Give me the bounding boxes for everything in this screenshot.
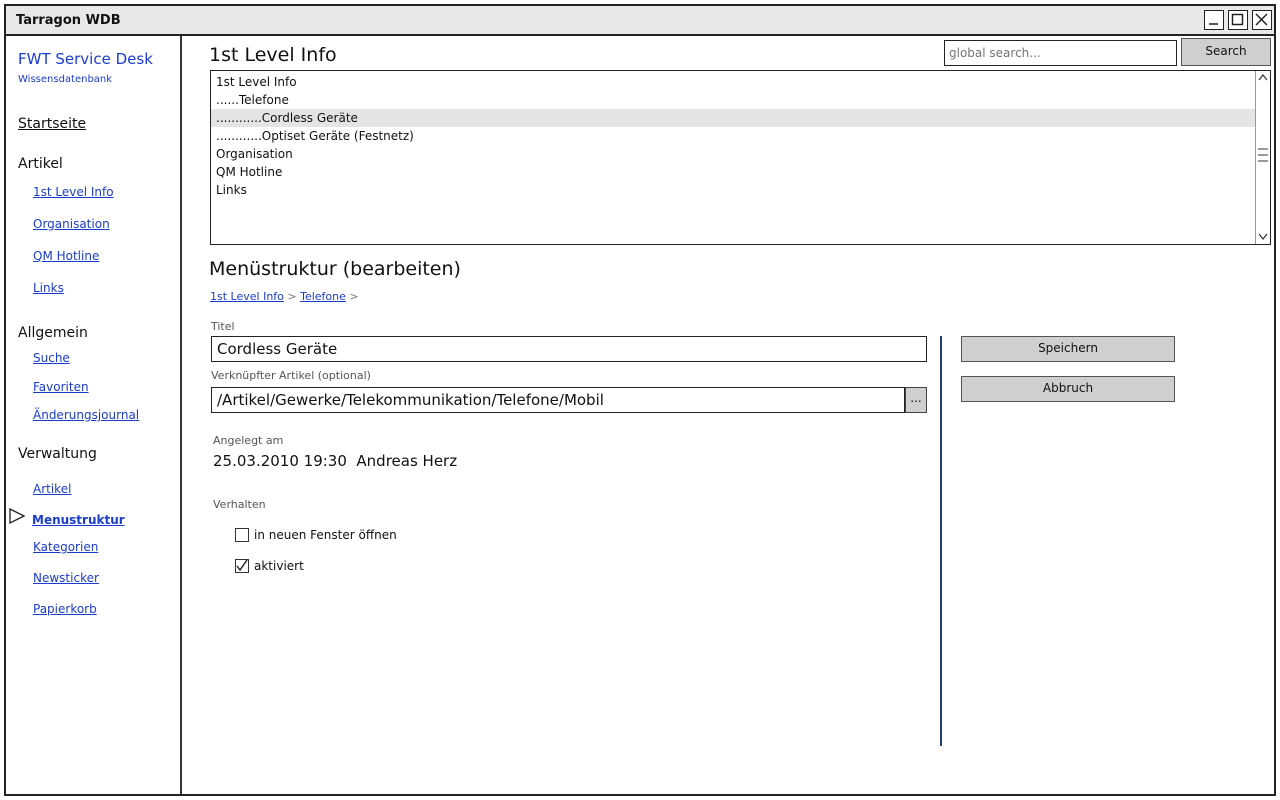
new-window-checkbox[interactable] xyxy=(235,528,249,542)
tree-row-selected[interactable]: ............Cordless Geräte xyxy=(211,109,1256,127)
page-title: 1st Level Info xyxy=(209,44,337,66)
sidebar-item-links[interactable]: Links xyxy=(33,281,64,295)
brand-subtitle: Wissensdatenbank xyxy=(18,74,113,85)
sidebar-item-kategorien[interactable]: Kategorien xyxy=(33,540,98,554)
save-button[interactable]: Speichern xyxy=(961,336,1175,362)
section-title: Menüstruktur (bearbeiten) xyxy=(209,258,461,280)
sidebar-item-organisation[interactable]: Organisation xyxy=(33,217,110,231)
breadcrumb-link-telefone[interactable]: Telefone xyxy=(300,290,346,303)
breadcrumb-separator: > xyxy=(349,290,359,303)
window-title: Tarragon WDB xyxy=(16,13,121,28)
verhalten-label: Verhalten xyxy=(213,498,266,511)
browse-button[interactable]: ... xyxy=(905,387,927,413)
sidebar-item-artikel[interactable]: Artikel xyxy=(33,482,71,496)
main-content: 1st Level Info Search 1st Level Info ...… xyxy=(184,36,1276,794)
sidebar: FWT Service Desk Wissensdatenbank Starts… xyxy=(6,36,182,794)
new-window-checkbox-label: in neuen Fenster öffnen xyxy=(254,528,397,542)
global-search-input[interactable] xyxy=(944,40,1177,66)
created-value: 25.03.2010 19:30 Andreas Herz xyxy=(213,452,458,470)
maximize-button[interactable] xyxy=(1228,10,1248,30)
breadcrumb: 1st Level Info > Telefone > xyxy=(210,290,359,303)
titel-field[interactable]: Cordless Geräte xyxy=(211,336,927,362)
sidebar-heading-allgemein: Allgemein xyxy=(18,325,88,341)
activated-checkbox-label: aktiviert xyxy=(254,559,304,573)
tree-row[interactable]: QM Hotline xyxy=(211,163,1256,181)
sidebar-item-papierkorb[interactable]: Papierkorb xyxy=(33,602,97,616)
scrollbar-arrows-icon xyxy=(1258,74,1268,240)
close-button[interactable] xyxy=(1252,10,1272,30)
brand-name: FWT Service Desk xyxy=(18,50,153,68)
breadcrumb-link-1st-level-info[interactable]: 1st Level Info xyxy=(210,290,284,303)
sidebar-item-qm-hotline[interactable]: QM Hotline xyxy=(33,249,99,263)
checkmark-icon xyxy=(236,559,248,572)
tree-row[interactable]: Organisation xyxy=(211,145,1256,163)
tree-row[interactable]: ............Optiset Geräte (Festnetz) xyxy=(211,127,1256,145)
artikel-label: Verknüpfter Artikel (optional) xyxy=(211,369,371,382)
search-button[interactable]: Search xyxy=(1181,38,1271,66)
menu-tree: 1st Level Info ......Telefone ..........… xyxy=(210,70,1271,245)
title-bar: Tarragon WDB xyxy=(6,6,1274,36)
sidebar-item-newsticker[interactable]: Newsticker xyxy=(33,571,99,585)
sidebar-heading-verwaltung: Verwaltung xyxy=(18,446,97,462)
app-window: Tarragon WDB FWT Service Desk Wissensdat… xyxy=(4,4,1276,796)
sidebar-item-suche[interactable]: Suche xyxy=(33,351,70,365)
sidebar-item-favoriten[interactable]: Favoriten xyxy=(33,380,89,394)
sidebar-item-menustruktur[interactable]: Menustruktur xyxy=(32,513,125,527)
linked-article-field[interactable]: /Artikel/Gewerke/Telekommunikation/Telef… xyxy=(211,387,905,413)
angelegt-label: Angelegt am xyxy=(213,434,284,447)
tree-scrollbar[interactable] xyxy=(1255,71,1270,244)
tree-row[interactable]: 1st Level Info xyxy=(211,73,1256,91)
divider xyxy=(940,336,942,746)
close-icon xyxy=(1255,13,1268,26)
cancel-button[interactable]: Abbruch xyxy=(961,376,1175,402)
minimize-button[interactable] xyxy=(1204,10,1224,30)
activated-checkbox[interactable] xyxy=(235,559,249,573)
sidebar-item-aenderungsjournal[interactable]: Änderungsjournal xyxy=(33,408,139,422)
tree-row[interactable]: ......Telefone xyxy=(211,91,1256,109)
current-page-arrow-icon xyxy=(9,508,26,524)
minimize-icon xyxy=(1209,23,1218,25)
titel-label: Titel xyxy=(211,320,235,333)
maximize-icon xyxy=(1231,13,1244,26)
tree-row[interactable]: Links xyxy=(211,181,1256,199)
breadcrumb-separator: > xyxy=(287,290,297,303)
sidebar-item-startseite[interactable]: Startseite xyxy=(18,116,86,132)
sidebar-item-1st-level-info[interactable]: 1st Level Info xyxy=(33,185,114,199)
sidebar-heading-artikel: Artikel xyxy=(18,156,63,172)
